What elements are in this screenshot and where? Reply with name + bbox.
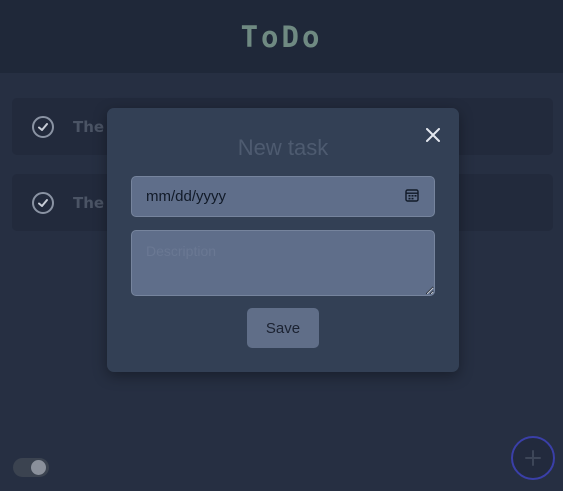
new-task-modal: New task mm/dd/yyyy Save: [107, 108, 459, 372]
date-input-placeholder: mm/dd/yyyy: [146, 188, 227, 205]
task-text: The: [73, 193, 105, 212]
modal-title: New task: [237, 135, 329, 160]
save-button[interactable]: Save: [247, 308, 319, 348]
app-header: ToDo: [0, 0, 563, 73]
plus-icon: [525, 450, 541, 466]
date-input[interactable]: mm/dd/yyyy: [131, 176, 435, 217]
app-title: ToDo: [240, 19, 323, 54]
close-icon: [426, 128, 440, 142]
task-text: The: [73, 117, 105, 136]
toggle-knob: [31, 460, 46, 475]
close-button[interactable]: [424, 126, 442, 144]
add-task-button[interactable]: [511, 436, 555, 480]
check-circle-icon[interactable]: [32, 191, 54, 214]
calendar-icon[interactable]: [404, 187, 420, 207]
description-input[interactable]: [131, 230, 435, 296]
theme-toggle[interactable]: [13, 458, 49, 477]
check-circle-icon[interactable]: [32, 115, 54, 138]
